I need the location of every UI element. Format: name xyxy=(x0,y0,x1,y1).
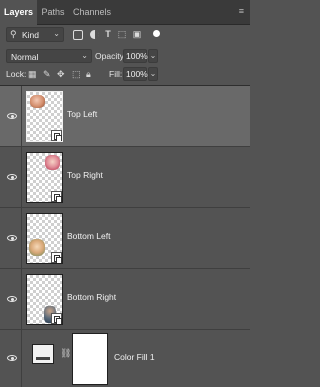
filter-kind-select[interactable]: ⚲ Kind ⌄ xyxy=(6,27,64,42)
blend-mode-value: Normal xyxy=(11,52,39,62)
visibility-cell[interactable] xyxy=(0,269,22,329)
blend-row: Normal ⌄ Opacity: 100% ⌄ xyxy=(0,49,250,67)
layer-thumbnail xyxy=(26,152,63,203)
photo-thumbnail xyxy=(30,95,45,108)
opacity-dropdown-button[interactable]: ⌄ xyxy=(148,49,158,63)
eye-icon[interactable] xyxy=(7,355,17,361)
layer-thumbnail xyxy=(26,213,63,264)
link-icon[interactable]: ⛓︎ xyxy=(60,348,71,359)
visibility-cell[interactable] xyxy=(0,208,22,268)
eye-icon[interactable] xyxy=(7,235,17,241)
lock-row: Lock: ▦ ✎ ✥ ⬚ 🔒︎ Fill: 100% ⌄ xyxy=(0,67,250,83)
layer-row-top-left[interactable]: Top Left xyxy=(0,86,250,147)
blend-mode-select[interactable]: Normal ⌄ xyxy=(6,49,92,63)
layer-thumbnail xyxy=(26,91,63,142)
lock-transparent-pixels-icon[interactable]: ▦ xyxy=(28,69,37,80)
smart-object-icon xyxy=(51,252,62,263)
tab-paths[interactable]: Paths xyxy=(38,0,68,25)
filter-toggle-icon[interactable] xyxy=(153,30,160,37)
photo-thumbnail xyxy=(29,239,45,256)
fill-input[interactable]: 100% xyxy=(123,67,148,81)
layer-row-bottom-left[interactable]: Bottom Left xyxy=(0,208,250,269)
tab-layers[interactable]: Layers xyxy=(0,0,37,25)
filter-pixel-layers-icon[interactable] xyxy=(73,30,83,40)
smart-object-icon xyxy=(51,191,62,202)
layer-name: Bottom Right xyxy=(67,292,117,302)
lock-artboard-icon[interactable]: ⬚ xyxy=(72,69,81,80)
lock-all-icon[interactable]: 🔒︎ xyxy=(86,69,91,80)
opacity-input[interactable]: 100% xyxy=(123,49,148,63)
visibility-cell[interactable] xyxy=(0,86,22,146)
panel-tab-bar: Layers Paths Channels ≡ xyxy=(0,0,250,25)
smart-object-icon xyxy=(51,130,62,141)
eye-icon[interactable] xyxy=(7,113,17,119)
search-icon: ⚲ xyxy=(10,29,17,39)
chevron-down-icon: ⌄ xyxy=(53,29,60,38)
visibility-cell[interactable] xyxy=(0,147,22,207)
layers-list: Top Left Top Right Bottom Left Bottom Ri… xyxy=(0,85,250,387)
chevron-down-icon: ⌄ xyxy=(81,51,88,60)
filter-shape-layers-icon[interactable]: ⬚ xyxy=(116,28,128,40)
color-fill-swatch[interactable] xyxy=(32,344,54,364)
opacity-label: Opacity: xyxy=(95,51,127,61)
layer-thumbnail xyxy=(26,274,63,325)
tab-channels[interactable]: Channels xyxy=(70,0,114,25)
layer-row-bottom-right[interactable]: Bottom Right xyxy=(0,269,250,330)
lock-image-pixels-icon[interactable]: ✎ xyxy=(43,69,51,80)
layer-name: Top Left xyxy=(67,109,98,119)
filter-kind-label: Kind xyxy=(22,30,40,40)
layer-name: Bottom Left xyxy=(67,231,111,241)
fill-dropdown-button[interactable]: ⌄ xyxy=(148,67,158,81)
filter-adjustment-layers-icon[interactable] xyxy=(90,30,99,39)
eye-icon[interactable] xyxy=(7,174,17,180)
layer-name: Color Fill 1 xyxy=(114,352,155,362)
layer-filter-row: ⚲ Kind ⌄ T ⬚ ▣ xyxy=(0,27,250,45)
layer-mask-thumbnail[interactable] xyxy=(72,333,108,385)
filter-type-layers-icon[interactable]: T xyxy=(102,28,114,40)
eye-icon[interactable] xyxy=(7,296,17,302)
smart-object-icon xyxy=(51,313,62,324)
visibility-cell[interactable] xyxy=(0,330,22,387)
fill-label: Fill: xyxy=(109,69,123,79)
layer-row-top-right[interactable]: Top Right xyxy=(0,147,250,208)
layer-name: Top Right xyxy=(67,170,103,180)
lock-label: Lock: xyxy=(6,69,27,79)
photo-thumbnail xyxy=(45,155,60,170)
filter-smart-objects-icon[interactable]: ▣ xyxy=(131,28,143,40)
layer-row-color-fill[interactable]: ⛓︎ Color Fill 1 xyxy=(0,330,250,387)
lock-position-icon[interactable]: ✥ xyxy=(57,69,65,80)
panel-menu-icon[interactable]: ≡ xyxy=(239,6,244,16)
